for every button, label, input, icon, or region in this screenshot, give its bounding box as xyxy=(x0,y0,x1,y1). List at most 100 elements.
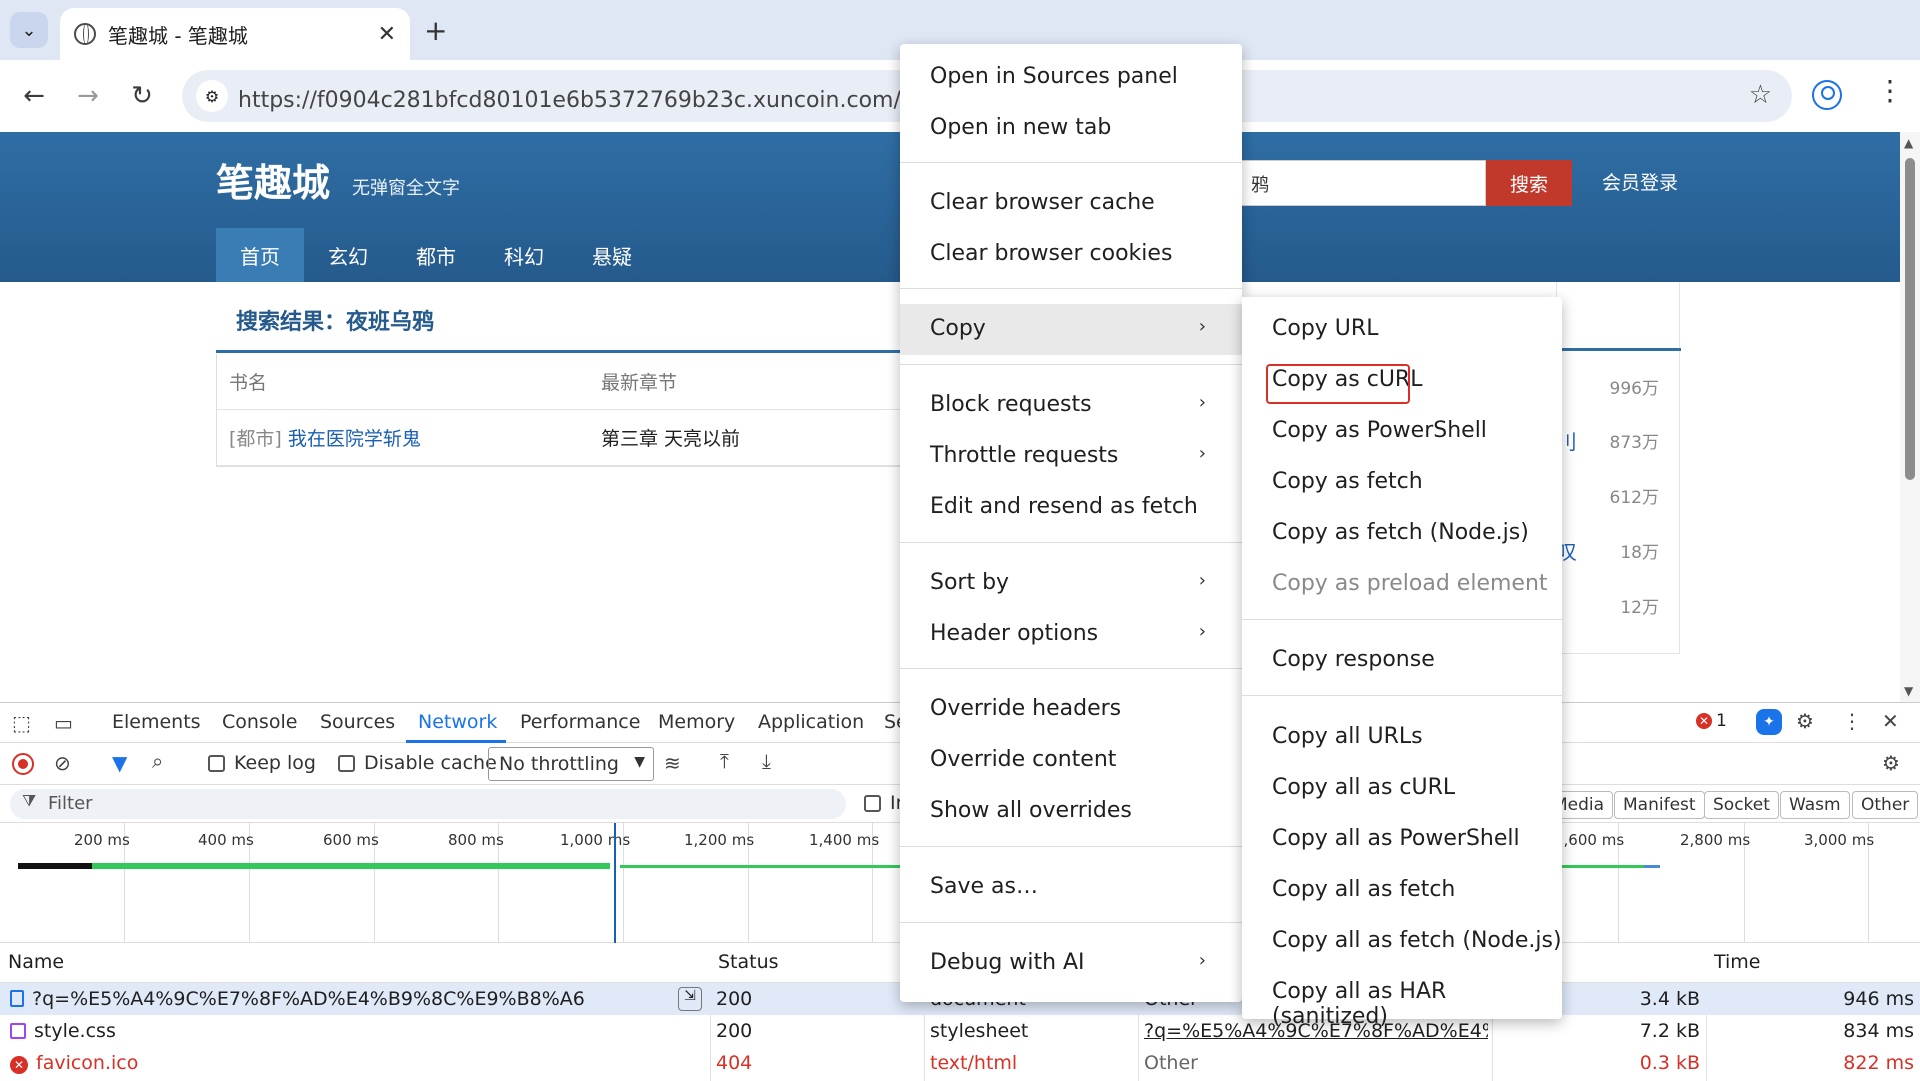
site-search-button[interactable]: 搜索 xyxy=(1486,160,1572,206)
page-scrollbar[interactable]: ▲ ▼ xyxy=(1900,132,1920,702)
invert-checkbox[interactable] xyxy=(864,795,881,812)
timeline-tick: 200 ms xyxy=(74,831,130,849)
menu-item-copy-all-urls[interactable]: Copy all URLs xyxy=(1242,712,1562,763)
record-stop-icon[interactable] xyxy=(12,753,34,775)
forward-arrow-icon[interactable]: → xyxy=(66,74,110,118)
menu-item-open-in-new-tab[interactable]: Open in new tab xyxy=(900,103,1242,154)
menu-item-label: Debug with AI xyxy=(930,950,1085,975)
menu-item-throttle-requests[interactable]: Throttle requests › xyxy=(900,431,1242,482)
latest-chapter-link[interactable]: 第三章 天亮以前 xyxy=(601,424,915,451)
inspect-element-icon[interactable]: ⬚ xyxy=(12,711,31,735)
site-search-input[interactable]: 鸦 xyxy=(1240,160,1486,206)
close-devtools-icon[interactable]: ✕ xyxy=(1882,709,1899,733)
tab-title: 笔趣城 - 笔趣城 xyxy=(108,23,248,48)
tab-application[interactable]: Application xyxy=(758,711,864,733)
tab-memory[interactable]: Memory xyxy=(658,711,735,733)
menu-item-copy-all-as-fetch[interactable]: Copy all as fetch xyxy=(1242,865,1562,916)
type-filter-other[interactable]: Other xyxy=(1852,791,1919,819)
scroll-up-arrow-icon[interactable]: ▲ xyxy=(1904,136,1913,150)
col-name[interactable]: Name xyxy=(8,951,64,973)
menu-item-copy-url[interactable]: Copy URL xyxy=(1242,304,1562,355)
menu-item-show-all-overrides[interactable]: Show all overrides xyxy=(900,786,1242,837)
search-icon[interactable]: ⌕ xyxy=(152,749,163,773)
menu-item-save-as[interactable]: Save as… xyxy=(900,862,1242,913)
error-count-badge[interactable]: ✕ 1 xyxy=(1696,711,1727,731)
back-arrow-icon[interactable]: ← xyxy=(12,74,56,118)
site-info-icon[interactable]: ⚙ xyxy=(196,80,228,112)
network-settings-gear-icon[interactable]: ⚙ xyxy=(1882,751,1900,775)
tab-network[interactable]: Network xyxy=(418,711,497,733)
export-har-icon[interactable]: ⤓ xyxy=(762,749,771,773)
error-icon: ✕ xyxy=(1696,713,1712,729)
menu-item-copy-all-as-fetch-node[interactable]: Copy all as fetch (Node.js) xyxy=(1242,916,1562,967)
col-latest-chapter: 最新章节 xyxy=(601,372,678,394)
rank-count: 873万 xyxy=(1609,433,1659,453)
throttling-select[interactable]: No throttling ▼ xyxy=(488,747,654,781)
filter-input[interactable]: Filter xyxy=(10,789,846,819)
menu-item-copy-all-as-curl[interactable]: Copy all as cURL xyxy=(1242,763,1562,814)
col-status[interactable]: Status xyxy=(718,951,779,973)
menu-item-copy-as-fetch-node[interactable]: Copy as fetch (Node.js) xyxy=(1242,508,1562,559)
table-row[interactable]: ✕ favicon.ico 404 text/html Other 0.3 kB … xyxy=(0,1047,1920,1079)
book-category: [都市] xyxy=(229,428,282,450)
menu-item-copy[interactable]: Copy › xyxy=(900,304,1242,355)
close-tab-icon[interactable]: ✕ xyxy=(378,22,396,47)
nav-item-kehuan[interactable]: 科幻 xyxy=(480,228,568,282)
menu-item-copy-as-fetch[interactable]: Copy as fetch xyxy=(1242,457,1562,508)
tab-elements[interactable]: Elements xyxy=(112,711,201,733)
request-name-text: favicon.ico xyxy=(36,1052,139,1074)
network-conditions-icon[interactable]: ≋ xyxy=(664,751,681,775)
menu-item-override-headers[interactable]: Override headers xyxy=(900,684,1242,735)
side-panel-divider xyxy=(1557,348,1681,351)
tab-sources[interactable]: Sources xyxy=(320,711,395,733)
nav-item-xuanhuan[interactable]: 玄幻 xyxy=(304,228,392,282)
menu-item-block-requests[interactable]: Block requests › xyxy=(900,380,1242,431)
type-filter-socket[interactable]: Socket xyxy=(1704,791,1779,819)
browser-menu-icon[interactable]: ⋮ xyxy=(1876,74,1904,107)
menu-item-copy-as-powershell[interactable]: Copy as PowerShell xyxy=(1242,406,1562,457)
bookmark-star-icon[interactable]: ☆ xyxy=(1749,80,1772,110)
menu-item-copy-all-as-har[interactable]: Copy all as HAR (sanitized) xyxy=(1242,967,1562,1029)
tab-performance[interactable]: Performance xyxy=(520,711,640,733)
menu-item-label: Sort by xyxy=(930,570,1010,595)
profile-avatar-icon[interactable] xyxy=(1812,80,1842,110)
menu-item-override-content[interactable]: Override content xyxy=(900,735,1242,786)
col-time[interactable]: Time xyxy=(1714,951,1761,973)
tab-console[interactable]: Console xyxy=(222,711,297,733)
table-row[interactable]: style.css 200 stylesheet ?q=%E5%A4%9C%E7… xyxy=(0,1015,1920,1047)
nav-item-xuanyi[interactable]: 悬疑 xyxy=(568,228,656,282)
menu-item-sort-by[interactable]: Sort by › xyxy=(900,558,1242,609)
import-har-icon[interactable]: ⤒ xyxy=(720,749,729,773)
filter-funnel-icon[interactable]: ▼ xyxy=(112,751,127,775)
menu-item-debug-with-ai[interactable]: Debug with AI › xyxy=(900,938,1242,989)
scroll-down-arrow-icon[interactable]: ▼ xyxy=(1904,684,1913,698)
scroll-thumb[interactable] xyxy=(1905,158,1915,480)
active-tab[interactable]: 笔趣城 - 笔趣城 ✕ xyxy=(60,8,410,60)
device-toolbar-icon[interactable]: ▭ xyxy=(54,711,73,735)
menu-item-header-options[interactable]: Header options › xyxy=(900,609,1242,660)
clear-icon[interactable]: ⊘ xyxy=(54,751,71,775)
nav-item-dushi[interactable]: 都市 xyxy=(392,228,480,282)
settings-gear-icon[interactable]: ⚙ xyxy=(1796,709,1814,733)
menu-item-edit-and-resend[interactable]: Edit and resend as fetch xyxy=(900,482,1242,533)
reload-icon[interactable]: ↻ xyxy=(120,74,164,118)
open-in-panel-icon[interactable]: ⇲ xyxy=(678,987,702,1011)
keep-log-checkbox[interactable] xyxy=(208,755,225,772)
menu-item-clear-cache[interactable]: Clear browser cache xyxy=(900,178,1242,229)
type-filter-wasm[interactable]: Wasm xyxy=(1780,791,1850,819)
url-text[interactable]: https://f0904c281bfcd80101e6b5372769b23c… xyxy=(238,82,938,114)
type-filter-manifest[interactable]: Manifest xyxy=(1614,791,1705,819)
more-options-icon[interactable]: ⋮ xyxy=(1842,709,1862,733)
site-logo[interactable]: 笔趣城 xyxy=(216,152,330,207)
ai-assistance-icon[interactable]: ✦ xyxy=(1756,709,1782,735)
tab-search-chevron-icon[interactable]: ⌄ xyxy=(10,12,48,48)
menu-item-copy-all-as-powershell[interactable]: Copy all as PowerShell xyxy=(1242,814,1562,865)
new-tab-button[interactable]: + xyxy=(424,14,447,47)
menu-item-open-in-sources[interactable]: Open in Sources panel xyxy=(900,52,1242,103)
book-title-link[interactable]: 我在医院学斩鬼 xyxy=(288,428,421,450)
disable-cache-checkbox[interactable] xyxy=(338,755,355,772)
nav-item-home[interactable]: 首页 xyxy=(216,228,304,282)
menu-item-clear-cookies[interactable]: Clear browser cookies xyxy=(900,229,1242,280)
login-link[interactable]: 会员登录 xyxy=(1602,168,1678,195)
menu-item-copy-response[interactable]: Copy response xyxy=(1242,635,1562,686)
